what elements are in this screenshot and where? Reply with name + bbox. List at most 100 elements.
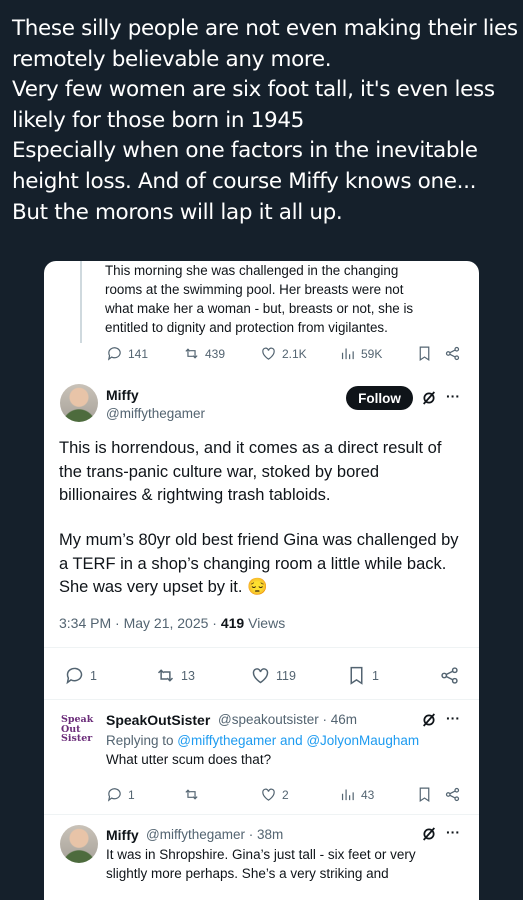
reply-body: It was in Shropshire. Gina’s just tall -… bbox=[106, 846, 416, 883]
views-icon bbox=[341, 789, 354, 801]
grok-icon[interactable] bbox=[421, 390, 437, 406]
post-line: likely for those born in 1945 bbox=[12, 107, 304, 133]
grok-icon[interactable] bbox=[421, 826, 437, 842]
post-line: Very few women are six foot tall, it's e… bbox=[12, 77, 495, 103]
tweet-line: She was very upset by it. 😔 bbox=[59, 578, 268, 596]
views-count: 59K bbox=[361, 346, 383, 361]
avatar[interactable]: Speak Out Sister bbox=[60, 711, 98, 749]
heart-icon bbox=[262, 788, 275, 801]
thread-line bbox=[80, 261, 82, 343]
post-line: These silly people are not even making t… bbox=[12, 16, 518, 41]
share-action[interactable] bbox=[439, 665, 460, 686]
share-action[interactable] bbox=[444, 786, 461, 803]
heart-icon bbox=[252, 668, 269, 684]
repost-action[interactable]: 13 bbox=[155, 665, 195, 686]
bookmark-icon bbox=[350, 666, 363, 685]
speakoutsister-logo: Speak Out Sister bbox=[61, 714, 94, 744]
like-count: 2.1K bbox=[282, 346, 307, 361]
embedded-screenshot: This morning she was challenged in the c… bbox=[44, 261, 479, 900]
timestamp[interactable]: 3:34 PM · May 21, 2025 · bbox=[59, 615, 221, 631]
reply-line: What utter scum does that? bbox=[106, 751, 272, 767]
mention-link[interactable]: @miffythegamer bbox=[177, 733, 276, 748]
reply-line: It was in Shropshire. Gina’s just tall -… bbox=[106, 847, 416, 862]
share-icon bbox=[445, 346, 460, 361]
views-icon bbox=[341, 348, 354, 360]
author-name[interactable]: Miffy bbox=[106, 387, 139, 403]
repost-action[interactable] bbox=[183, 786, 200, 803]
divider bbox=[44, 814, 479, 815]
grok-icon[interactable] bbox=[421, 712, 437, 728]
repost-count: 439 bbox=[205, 346, 226, 361]
tweet-line: This is horrendous, and it comes as a di… bbox=[59, 439, 442, 457]
replying-to: Replying to @miffythegamer and @JolyonMa… bbox=[106, 733, 420, 748]
views-action[interactable]: 59K bbox=[339, 345, 382, 362]
reply-icon bbox=[66, 667, 83, 685]
post-line: Especially when one factors in the inevi… bbox=[12, 138, 478, 164]
parent-tweet-text: This morning she was challenged in the c… bbox=[105, 261, 465, 337]
post-line: height loss. And of course Miffy knows o… bbox=[12, 168, 477, 194]
bookmark-action[interactable]: 1 bbox=[346, 665, 379, 686]
parent-tweet-line: entitled to dignity and protection from … bbox=[105, 320, 388, 335]
reply-count: 1 bbox=[128, 787, 135, 802]
like-action[interactable]: 2.1K bbox=[260, 345, 307, 362]
parent-tweet-line: This morning she was challenged in the c… bbox=[105, 263, 399, 278]
tweet-body: My mum’s 80yr old best friend Gina was c… bbox=[59, 529, 469, 600]
share-icon bbox=[441, 667, 458, 684]
reply-action[interactable]: 1 bbox=[106, 786, 135, 803]
repost-icon bbox=[185, 348, 198, 359]
post-line: But the morons will lap it all up. bbox=[12, 199, 343, 225]
share-action[interactable] bbox=[444, 345, 461, 362]
heart-icon bbox=[262, 347, 275, 360]
avatar[interactable] bbox=[60, 825, 98, 863]
bookmark-icon bbox=[419, 787, 430, 803]
views-count: 43 bbox=[361, 787, 375, 802]
author-handle[interactable]: @miffythegamer · 38m bbox=[146, 827, 283, 842]
divider bbox=[44, 699, 479, 700]
post-line: remotely believable any more. bbox=[12, 46, 332, 72]
reply-icon bbox=[107, 347, 121, 361]
repost-icon bbox=[157, 669, 174, 682]
view-count: 419 bbox=[220, 615, 245, 631]
repost-icon bbox=[185, 789, 198, 800]
reply-icon bbox=[107, 788, 121, 802]
like-count: 2 bbox=[282, 787, 289, 802]
reply-action[interactable]: 1 bbox=[64, 665, 97, 686]
more-icon[interactable]: ··· bbox=[446, 388, 460, 404]
reply-line: slightly more perhaps. She’s a very stri… bbox=[106, 865, 389, 881]
author-name[interactable]: SpeakOutSister bbox=[106, 712, 210, 728]
divider bbox=[44, 647, 479, 648]
like-action[interactable]: 2 bbox=[260, 786, 289, 803]
mention-link[interactable]: @JolyonMaugham bbox=[306, 733, 419, 748]
avatar[interactable] bbox=[60, 384, 98, 422]
reply-count: 1 bbox=[90, 668, 97, 683]
tweet-body: This is horrendous, and it comes as a di… bbox=[59, 437, 469, 508]
views-label: Views bbox=[244, 615, 286, 631]
reply-body: Replying to @miffythegamer and @JolyonMa… bbox=[106, 732, 419, 769]
reply-count: 141 bbox=[128, 346, 149, 361]
bookmark-icon bbox=[419, 346, 430, 362]
views-action[interactable]: 43 bbox=[339, 786, 374, 803]
share-icon bbox=[445, 787, 460, 802]
author-handle[interactable]: @speakoutsister · 46m bbox=[218, 712, 357, 727]
like-count: 119 bbox=[276, 668, 296, 683]
tweet-line: My mum’s 80yr old best friend Gina was c… bbox=[59, 531, 459, 549]
tweet-line: the trans-panic culture war, stoked by b… bbox=[59, 462, 380, 481]
bookmark-action[interactable] bbox=[416, 786, 433, 803]
follow-button[interactable]: Follow bbox=[346, 386, 413, 410]
more-icon[interactable]: ··· bbox=[446, 710, 460, 726]
reply-action[interactable]: 141 bbox=[106, 345, 148, 362]
parent-tweet-line: rooms at the swimming pool. Her breasts … bbox=[105, 282, 404, 297]
more-icon[interactable]: ··· bbox=[446, 824, 460, 840]
tweet-line: a TERF in a shop’s changing room a littl… bbox=[59, 554, 447, 573]
repost-action[interactable]: 439 bbox=[183, 345, 225, 362]
parent-tweet-line: what make her a woman - but, breasts or … bbox=[105, 301, 414, 316]
tweet-timestamp[interactable]: 3:34 PM · May 21, 2025 · 419 Views bbox=[59, 615, 285, 631]
tweet-line: billionaires & rightwing trash tabloids. bbox=[59, 486, 331, 504]
post-text: These silly people are not even making t… bbox=[12, 14, 518, 228]
bookmark-count: 1 bbox=[372, 668, 379, 683]
like-action[interactable]: 119 bbox=[250, 665, 296, 686]
author-name[interactable]: Miffy bbox=[106, 827, 139, 843]
bookmark-action[interactable] bbox=[416, 345, 433, 362]
author-handle[interactable]: @miffythegamer bbox=[106, 406, 205, 421]
repost-count: 13 bbox=[181, 668, 195, 683]
